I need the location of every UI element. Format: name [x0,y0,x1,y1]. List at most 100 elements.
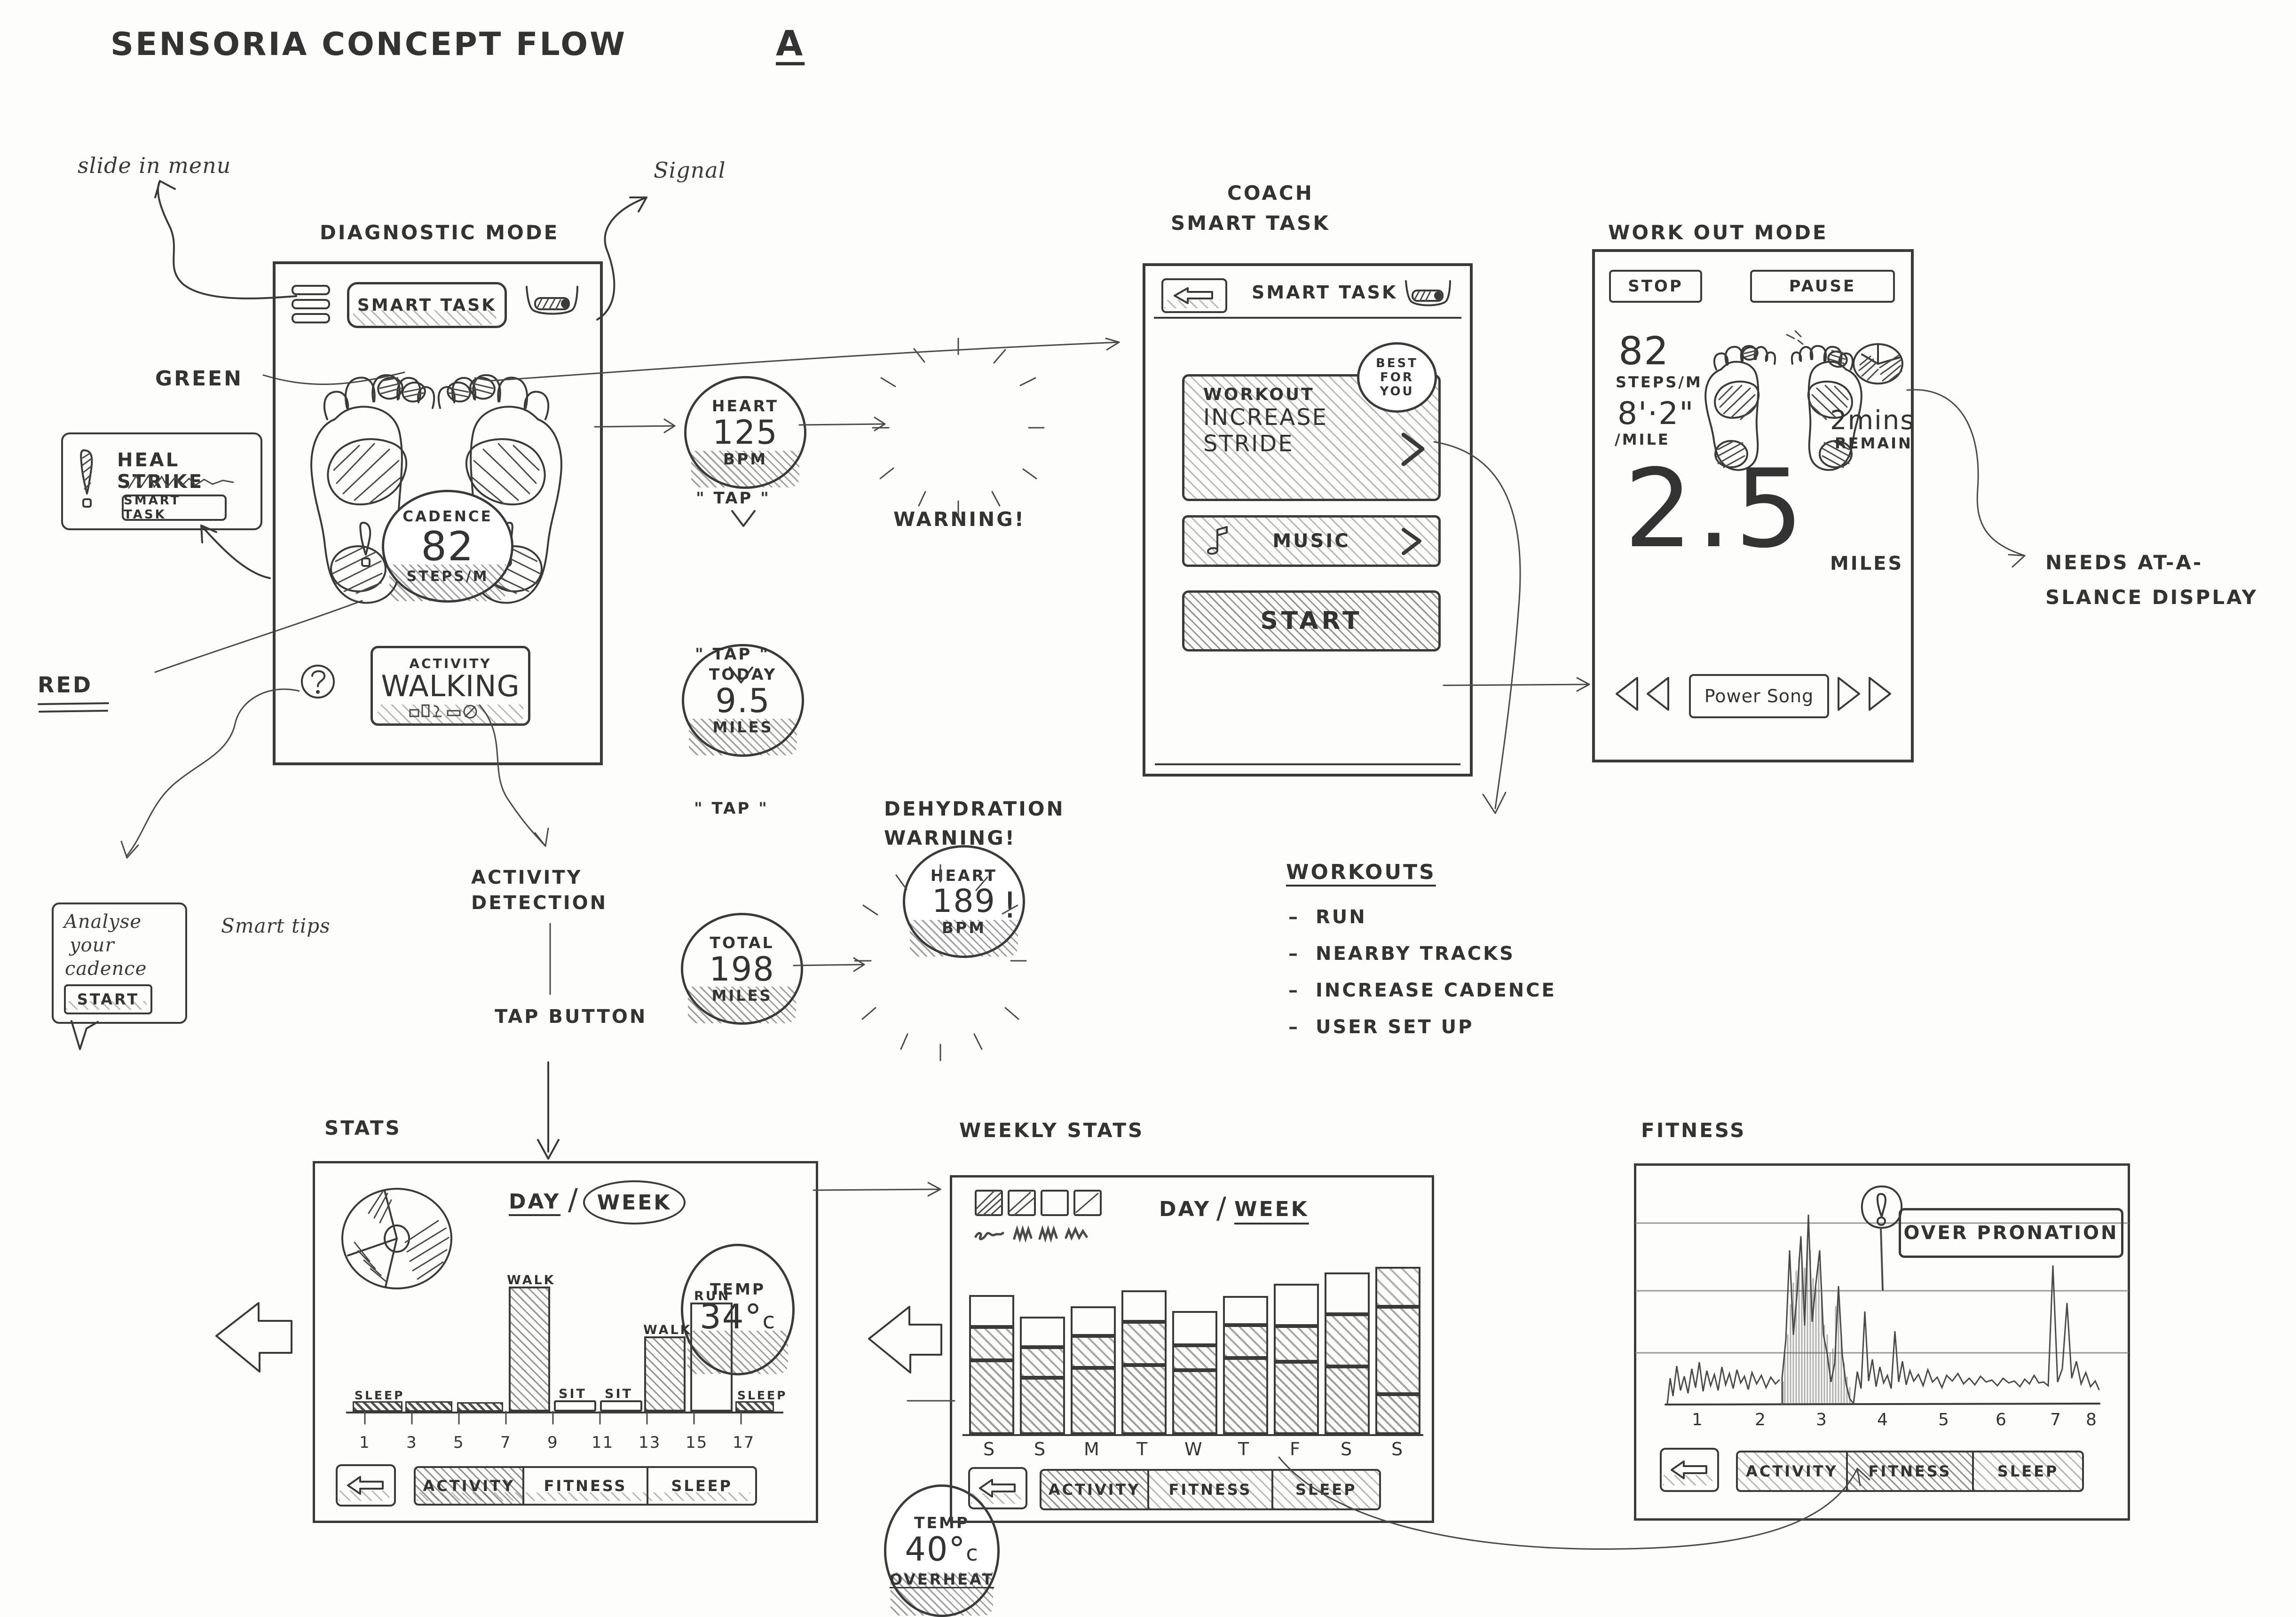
chevron-right-icon[interactable] [1398,527,1426,556]
annotation-slide-in-menu: slide in menu [78,153,231,178]
analyse-start-button[interactable]: START [64,984,152,1014]
tab-sleep[interactable]: SLEEP [1974,1452,2082,1490]
weekly-back-shade [971,1493,1021,1504]
badge-line-1: BEST [1375,356,1419,370]
heart-rate-label: HEART [711,397,779,415]
workout-stop-button[interactable]: STOP [1609,270,1702,303]
next-track-icon[interactable] [1835,675,1896,713]
table-row [1375,1267,1420,1434]
annotation-dehydration-warning: DEHYDRATION WARNING! [884,797,1065,849]
workout-track-button[interactable]: Power Song [1689,674,1829,718]
x-tick-label: 1 [359,1433,371,1452]
weekly-prev-arrow[interactable] [860,1302,950,1382]
weekly-toggle-day[interactable]: DAY [1159,1197,1211,1221]
heal-strike-smart-task-button[interactable]: SMART TASK [122,494,227,522]
stats-toggle-day[interactable]: DAY [509,1190,560,1214]
x-tick-label: 11 [592,1433,614,1452]
workout-cadence-value: 82 [1618,329,1670,374]
total-value: 198 [709,950,775,989]
workouts-list[interactable]: – RUN – NEARBY TRACKS – INCREASE CADENCE – U… [1288,906,1617,1038]
analyse-line-1: Analyse [64,911,142,933]
list-item[interactable]: – NEARBY TRACKS [1288,943,1617,965]
bar [509,1287,550,1412]
workout-pause-button[interactable]: PAUSE [1750,270,1895,303]
annotation-signal: Signal [654,157,726,183]
connector-weekly-to-fitness [1278,1456,1870,1550]
weekly-baseline [963,1434,1423,1436]
fitness-x-labels: 1 2 3 4 5 6 7 8 [1665,1410,2102,1434]
heart-rate-value: 125 [712,413,778,452]
x-tick-label: 7 [500,1433,512,1452]
coach-start-button[interactable]: START [1182,590,1441,652]
stats-toggle-separator: / [568,1182,579,1217]
coach-music-row[interactable]: MUSIC [1182,515,1441,567]
bar [353,1401,402,1412]
table-row [1274,1284,1319,1434]
header-coach-sub: SMART TASK [1171,212,1330,235]
weekly-toggle-week[interactable]: WEEK [1234,1197,1309,1221]
arrow-activity-detection [479,704,549,847]
x-tick-label: S [983,1439,996,1460]
arrow-tap-2 [729,667,753,683]
heal-strike-popup[interactable]: HEAL STRIKE SMART TASK [61,432,271,579]
x-tick-label: 8 [2086,1410,2098,1429]
exclamation-icon [80,449,93,508]
x-tick-label: T [1238,1439,1250,1460]
annotation-green: GREEN [155,367,243,391]
stats-prev-arrow[interactable] [207,1297,301,1382]
workout-time-value: 2mins [1830,405,1915,436]
table-row [1172,1311,1217,1434]
total-unit: MILES [711,986,773,1005]
analyse-cadence-popup[interactable]: Analyse your cadence START [52,903,187,1050]
prev-track-icon[interactable] [1613,675,1674,713]
header-fitness: FITNESS [1641,1119,1746,1142]
leader-tap-button [549,923,551,995]
chevron-right-icon[interactable] [1397,432,1430,468]
total-distance-circle[interactable]: TOTAL 198 MILES [681,913,803,1025]
coach-start-label: START [1260,607,1363,635]
tab-activity[interactable]: ACTIVITY [1041,1471,1150,1508]
over-pronation-callout[interactable]: OVER PRONATION [1899,1208,2123,1258]
analyse-line-2: your [70,934,115,956]
header-stats: STATS [324,1116,402,1139]
x-tick-label: 13 [639,1433,661,1452]
activity-value: WALKING [381,668,520,703]
x-tick-label: W [1184,1439,1203,1460]
connector-start-to-workout-phone [1443,677,1590,692]
workout-distance-unit: MILES [1830,553,1904,574]
heart-rate-circle[interactable]: HEART 125 BPM [684,376,806,489]
music-note-icon [1207,526,1228,555]
list-item[interactable]: – RUN [1288,906,1617,928]
connector-weekly-baseline [907,1400,955,1402]
annotation-tap-button: TAP BUTTON [495,1006,647,1028]
header-diagnostic-mode: DIAGNOSTIC MODE [320,221,560,244]
tap-hint-3: " TAP " [694,799,769,818]
stats-panel[interactable]: DAY / WEEK SLEEP WALK SIT SIT WALK RUN S… [313,1161,818,1523]
pie-chart-icon [1853,343,1903,385]
phone-coach-smart-task[interactable]: SMART TASK WORKOUT INCREASE STRIDE BEST … [1143,263,1473,777]
workout-pace-value: 8'·2" [1617,395,1695,432]
x-tick-label: 3 [1816,1410,1828,1429]
bar [457,1402,503,1412]
weekly-toggle-separator: / [1216,1191,1227,1225]
connector-coach-card-to-workouts [1433,441,1521,814]
x-tick-label: 6 [1996,1410,2007,1429]
annotation-activity-detection: ACTIVITY DETECTION [471,867,608,914]
workout-cadence-unit: STEPS/M [1616,373,1703,391]
hamburger-menu-icon[interactable] [291,284,333,327]
header-workout-mode: WORK OUT MODE [1608,221,1828,244]
x-tick-label: 9 [547,1433,559,1452]
stats-toggle-week[interactable]: WEEK [583,1180,686,1225]
bar [735,1401,774,1412]
coach-bottom-rule [1155,763,1460,765]
tab-fitness[interactable]: FITNESS [1149,1471,1273,1508]
cadence-readout[interactable]: CADENCE 82 STEPS/M [382,490,513,603]
phone-workout-mode[interactable]: STOP PAUSE 82 STEPS/M 8'·2" /MILE 2mins … [1592,249,1914,762]
list-item[interactable]: – INCREASE CADENCE [1288,980,1617,1001]
chart-x-ticks [364,1411,742,1425]
question-mark-icon[interactable] [300,664,338,701]
coach-card-kicker: WORKOUT [1203,385,1315,404]
arrow-tap-1 [731,510,756,527]
list-item[interactable]: – USER SET UP [1288,1016,1617,1038]
coach-best-for-you-badge: BEST FOR YOU [1357,342,1437,413]
